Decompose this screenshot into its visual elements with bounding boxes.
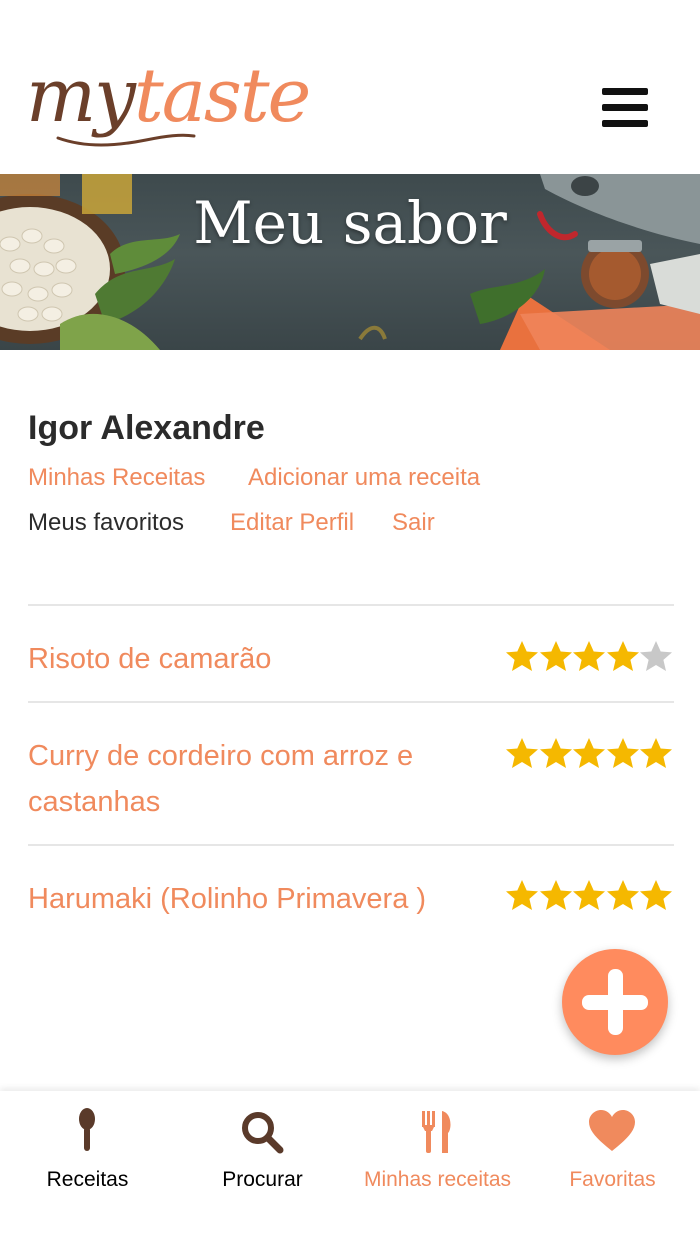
nav-label: Receitas: [46, 1168, 129, 1191]
profile-name: Igor Alexandre: [28, 409, 265, 447]
star-filled-icon: [606, 738, 639, 768]
link-editar-perfil[interactable]: Editar Perfil: [230, 507, 354, 539]
utensils-icon: [422, 1111, 451, 1153]
rating-stars: [505, 737, 675, 771]
recipe-title[interactable]: Curry de cordeiro com arroz e castanhas: [28, 733, 488, 825]
app-header: mytaste: [0, 0, 700, 174]
link-adicionar-receita[interactable]: Adicionar uma receita: [248, 462, 480, 494]
rating-stars: [505, 640, 675, 674]
hamburger-menu-icon[interactable]: [598, 84, 654, 130]
nav-item-procurar[interactable]: Procurar: [175, 1091, 350, 1244]
star-filled-icon: [506, 880, 538, 910]
nav-label: Favoritas: [569, 1168, 656, 1191]
nav-item-receitas[interactable]: Receitas: [0, 1091, 175, 1244]
star-filled-icon: [606, 641, 639, 671]
star-filled-icon: [539, 880, 572, 910]
divider: [28, 604, 674, 606]
bottom-nav: Receitas Procurar Minhas receitas Favori…: [0, 1091, 700, 1244]
spoon-icon: [79, 1108, 95, 1151]
star-empty-icon: [640, 641, 672, 671]
page-title: Meu sabor: [193, 189, 507, 257]
rating-stars: [505, 879, 675, 913]
star-filled-icon: [539, 641, 572, 671]
search-icon: [242, 1112, 284, 1154]
nav-label: Minhas receitas: [363, 1168, 512, 1191]
star-filled-icon: [506, 738, 538, 768]
nav-label: Procurar: [222, 1168, 303, 1191]
link-minhas-receitas[interactable]: Minhas Receitas: [28, 462, 205, 494]
star-filled-icon: [573, 641, 605, 671]
star-filled-icon: [606, 880, 639, 910]
divider: [28, 844, 674, 846]
star-filled-icon: [573, 880, 605, 910]
mytaste-logo[interactable]: mytaste: [26, 56, 311, 152]
nav-item-minhas-receitas[interactable]: Minhas receitas: [350, 1091, 525, 1244]
logo-swash: [56, 133, 196, 147]
heart-icon: [589, 1110, 635, 1151]
divider: [28, 701, 674, 703]
recipe-title[interactable]: Risoto de camarão: [28, 636, 488, 682]
add-recipe-button[interactable]: [562, 949, 668, 1055]
star-filled-icon: [640, 880, 672, 910]
nav-item-favoritas[interactable]: Favoritas: [525, 1091, 700, 1244]
star-filled-icon: [573, 738, 605, 768]
link-sair[interactable]: Sair: [392, 507, 435, 539]
banner: Meu sabor: [0, 174, 700, 350]
star-filled-icon: [506, 641, 538, 671]
link-meus-favoritos[interactable]: Meus favoritos: [28, 507, 184, 539]
recipe-title[interactable]: Harumaki (Rolinho Primavera ): [28, 876, 488, 922]
star-filled-icon: [539, 738, 572, 768]
star-filled-icon: [640, 738, 672, 768]
